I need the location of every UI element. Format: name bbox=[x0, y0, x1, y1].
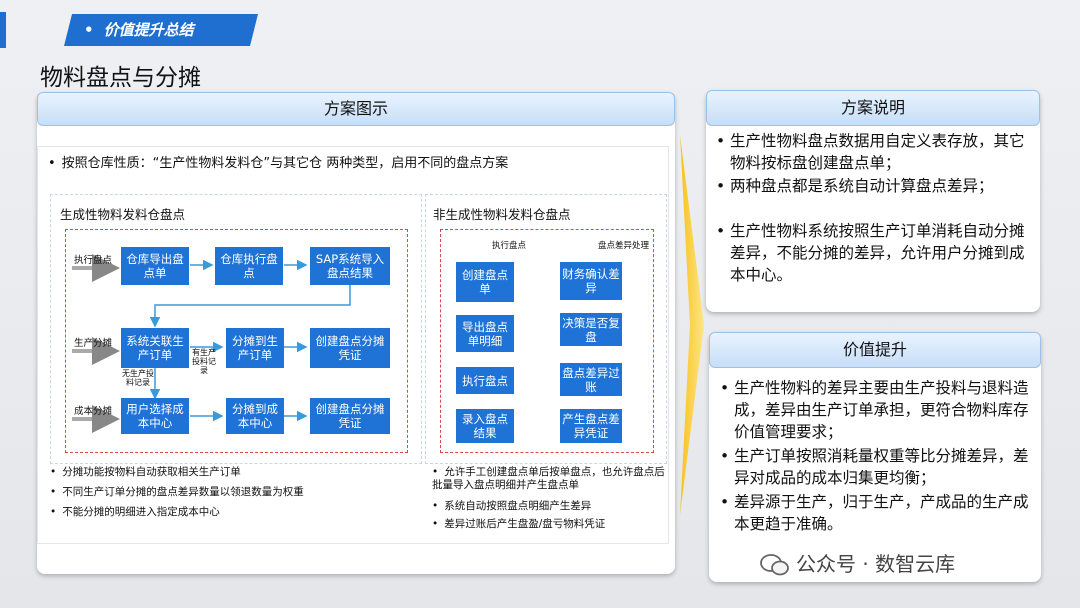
value-item-2: • 生产订单按照消耗量权重等比分摊差异，差异对成品的成本归集更均衡； bbox=[720, 447, 1029, 487]
flow-box-difference-voucher: 产生盘点差异凭证 bbox=[560, 409, 622, 443]
flow-box-warehouse-count: 仓库执行盘点 bbox=[215, 247, 283, 285]
flow-box-export-details: 导出盘点单明细 bbox=[456, 315, 514, 352]
flow-box-create-voucher: 创建盘点分摊凭证 bbox=[310, 328, 390, 368]
flow-box-finance-confirm: 财务确认差异 bbox=[560, 262, 622, 300]
production-note-3: 不能分摊的明细进入指定成本中心 bbox=[50, 506, 220, 519]
col-label-difference: 盘点差异处理 bbox=[598, 241, 650, 251]
production-note-2: 不同生产订单分摊的盘点差异数量以领退数量为权重 bbox=[50, 486, 304, 499]
flow-box-allocate-cost-center: 分摊到成本中心 bbox=[226, 398, 284, 434]
non-production-note-1: 允许手工创建盘点单后按单盘点，也允许盘点后批量导入盘点明细并产生盘点单 bbox=[432, 466, 670, 492]
flow-box-enter-results: 录入盘点结果 bbox=[456, 409, 514, 443]
row-label-production-allocation: 生产分摊 bbox=[74, 338, 113, 349]
flow-box-export-count-sheet: 仓库导出盘点单 bbox=[121, 247, 189, 285]
watermark-text: 公众号 · 数智云库 bbox=[796, 552, 956, 576]
col-label-execute: 执行盘点 bbox=[492, 241, 527, 251]
description-item-2: • 两种盘点都是系统自动计算盘点差异； bbox=[716, 177, 994, 195]
flow-box-allocate-orders: 分摊到生产订单 bbox=[226, 328, 284, 368]
flow-box-select-cost-center: 用户选择成本中心 bbox=[121, 398, 189, 434]
flow-box-decide-recount: 决策是否复盘 bbox=[560, 313, 622, 346]
flow-box-link-orders: 系统关联生产订单 bbox=[121, 328, 189, 368]
flow-box-create-voucher-2: 创建盘点分摊凭证 bbox=[310, 398, 390, 434]
production-note-1: 分摊功能按物料自动获取相关生产订单 bbox=[50, 466, 241, 479]
description-item-3: • 生产性物料系统按照生产订单消耗自动分摊差异，不能分摊的差异，允许用户分摊到成本… bbox=[716, 222, 1025, 284]
row-label-execute: 执行盘点 bbox=[74, 255, 113, 266]
flow-box-sap-import: SAP系统导入盘点结果 bbox=[310, 247, 390, 285]
flow-box-execute-count: 执行盘点 bbox=[456, 367, 514, 394]
value-item-3: • 差异源于生产，归于生产，产成品的生产成本更趋于准确。 bbox=[720, 493, 1029, 533]
value-improvement-heading: 价值提升 bbox=[709, 332, 1041, 368]
wechat-icon bbox=[760, 554, 789, 576]
non-production-note-2: 系统自动按照盘点明细产生差异 bbox=[432, 500, 591, 513]
note-has-production-record: 有生产投料记录 bbox=[192, 348, 216, 375]
solution-description-heading: 方案说明 bbox=[706, 90, 1040, 126]
non-production-warehouse-title: 非生成性物料发料仓盘点 bbox=[433, 207, 571, 222]
description-item-1: • 生产性物料盘点数据用自定义表存放，其它物料按标盘创建盘点单； bbox=[716, 132, 1025, 172]
value-item-1: • 生产性物料的差异主要由生产投料与退料造成，差异由生产订单承担，更符合物料库存价… bbox=[720, 379, 1029, 441]
chevron-arrow bbox=[680, 135, 704, 515]
non-production-note-3: 差异过账后产生盘盈/盘亏物料凭证 bbox=[432, 518, 605, 531]
row-label-cost-allocation: 成本分摊 bbox=[74, 406, 113, 417]
flow-box-create-count-sheet: 创建盘点单 bbox=[456, 262, 514, 302]
note-no-production-record: 无生产投料记录 bbox=[122, 369, 154, 387]
flow-box-post-difference: 盘点差异过账 bbox=[560, 363, 622, 396]
